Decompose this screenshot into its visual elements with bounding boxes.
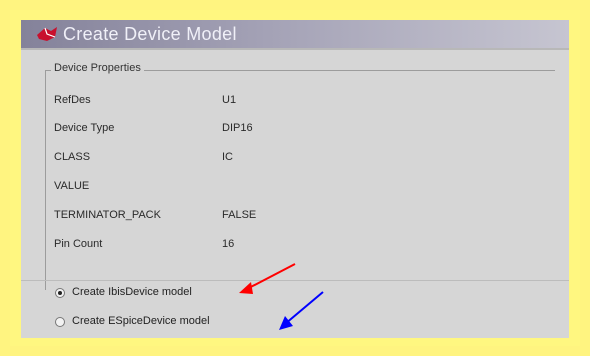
- create-device-model-dialog: Create Device Model Device Properties Re…: [21, 20, 569, 338]
- option-label[interactable]: Create IbisDevice model: [72, 286, 192, 298]
- property-row-device-type: Device Type DIP16: [54, 118, 554, 140]
- title-divider: [21, 48, 569, 50]
- property-key: TERMINATOR_PACK: [54, 209, 161, 221]
- property-row-terminator-pack: TERMINATOR_PACK FALSE: [54, 205, 554, 227]
- property-value: DIP16: [222, 122, 253, 134]
- property-row-refdes: RefDes U1: [54, 90, 554, 112]
- property-key: Device Type: [54, 122, 115, 134]
- property-value: IC: [222, 151, 233, 163]
- property-key: Pin Count: [54, 238, 103, 250]
- property-value: U1: [222, 94, 237, 106]
- property-key: VALUE: [54, 180, 90, 192]
- property-value: FALSE: [222, 209, 257, 221]
- property-row-class: CLASS IC: [54, 147, 554, 169]
- device-properties-legend: Device Properties: [51, 62, 144, 74]
- property-row-pin-count: Pin Count 16: [54, 234, 554, 256]
- property-key: CLASS: [54, 151, 91, 163]
- radio-button-unchecked[interactable]: [55, 317, 65, 327]
- radio-button-checked[interactable]: [55, 288, 65, 298]
- property-value: 16: [222, 238, 235, 250]
- blue-arrow-annotation: [279, 291, 324, 330]
- property-row-value: VALUE: [54, 176, 554, 198]
- title-bar[interactable]: Create Device Model: [21, 20, 569, 48]
- property-key: RefDes: [54, 94, 91, 106]
- option-label[interactable]: Create ESpiceDevice model: [72, 315, 210, 327]
- window-title: Create Device Model: [63, 24, 237, 44]
- app-icon: [37, 27, 57, 41]
